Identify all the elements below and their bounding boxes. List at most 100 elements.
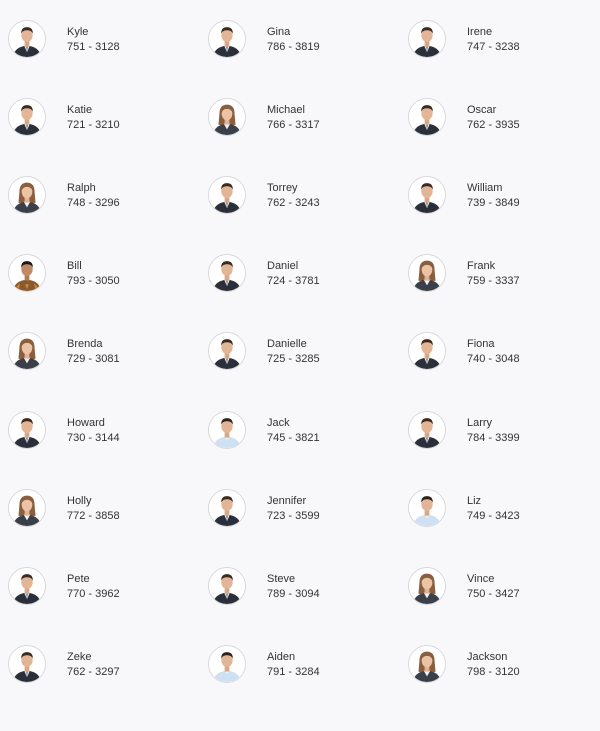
contact-card[interactable]: Larry 784 - 3399 bbox=[400, 392, 600, 470]
contact-name: Torrey bbox=[267, 182, 298, 194]
contact-avatar bbox=[208, 567, 246, 605]
contact-name: Jack bbox=[267, 417, 290, 429]
contact-phone: 750 - 3427 bbox=[467, 588, 520, 600]
contact-card[interactable]: Brenda 729 - 3081 bbox=[0, 313, 200, 391]
contact-phone: 721 - 3210 bbox=[67, 119, 120, 131]
contact-avatar bbox=[8, 20, 46, 58]
contact-phone: 784 - 3399 bbox=[467, 432, 520, 444]
contact-avatar bbox=[8, 332, 46, 370]
contact-card[interactable]: Jennifer 723 - 3599 bbox=[200, 470, 400, 548]
contact-avatar bbox=[208, 254, 246, 292]
contact-avatar bbox=[208, 98, 246, 136]
contact-card[interactable]: Bill 793 - 3050 bbox=[0, 235, 200, 313]
contact-phone: 723 - 3599 bbox=[267, 510, 320, 522]
contact-card[interactable]: Danielle 725 - 3285 bbox=[200, 313, 400, 391]
contact-phone: 740 - 3048 bbox=[467, 353, 520, 365]
contact-phone: 749 - 3423 bbox=[467, 510, 520, 522]
contact-phone: 745 - 3821 bbox=[267, 432, 320, 444]
contact-phone: 798 - 3120 bbox=[467, 666, 520, 678]
contact-avatar bbox=[8, 489, 46, 527]
contact-name: Katie bbox=[67, 104, 93, 116]
contact-phone: 748 - 3296 bbox=[67, 197, 120, 209]
contact-card[interactable]: Liz 749 - 3423 bbox=[400, 470, 600, 548]
contact-card[interactable]: Steve 789 - 3094 bbox=[200, 548, 400, 626]
contact-card[interactable]: Irene 747 - 3238 bbox=[400, 1, 600, 79]
contact-phone: 789 - 3094 bbox=[267, 588, 320, 600]
contact-name: Daniel bbox=[267, 260, 299, 272]
contact-phone: 730 - 3144 bbox=[67, 432, 120, 444]
contact-card[interactable]: Vince 750 - 3427 bbox=[400, 548, 600, 626]
contact-avatar bbox=[408, 489, 446, 527]
contact-card[interactable]: Daniel 724 - 3781 bbox=[200, 235, 400, 313]
contact-phone: 762 - 3243 bbox=[267, 197, 320, 209]
contact-name: Ralph bbox=[67, 182, 96, 194]
contact-phone: 786 - 3819 bbox=[267, 41, 320, 53]
contact-card[interactable]: Katie 721 - 3210 bbox=[0, 79, 200, 157]
contact-name: Howard bbox=[67, 417, 105, 429]
contact-avatar bbox=[408, 98, 446, 136]
contact-avatar bbox=[208, 411, 246, 449]
contact-name: Holly bbox=[67, 495, 92, 507]
contact-card[interactable]: Frank 759 - 3337 bbox=[400, 235, 600, 313]
contact-phone: 762 - 3935 bbox=[467, 119, 520, 131]
contact-name: Fiona bbox=[467, 338, 495, 350]
contact-phone: 729 - 3081 bbox=[67, 353, 120, 365]
contact-phone: 772 - 3858 bbox=[67, 510, 120, 522]
contact-card[interactable]: William 739 - 3849 bbox=[400, 157, 600, 235]
contact-avatar bbox=[8, 411, 46, 449]
contact-avatar bbox=[408, 176, 446, 214]
contact-name: Pete bbox=[67, 573, 90, 585]
contact-name: Aiden bbox=[267, 651, 296, 663]
contact-avatar bbox=[408, 645, 446, 683]
contact-name: William bbox=[467, 182, 503, 194]
contact-name: Steve bbox=[267, 573, 296, 585]
contact-avatar bbox=[208, 332, 246, 370]
contact-name: Jennifer bbox=[267, 495, 307, 507]
contact-card[interactable]: Torrey 762 - 3243 bbox=[200, 157, 400, 235]
contact-avatar bbox=[208, 20, 246, 58]
contact-avatar bbox=[408, 567, 446, 605]
contact-avatar bbox=[408, 411, 446, 449]
contact-card[interactable]: Holly 772 - 3858 bbox=[0, 470, 200, 548]
contact-name: Bill bbox=[67, 260, 82, 272]
contact-name: Oscar bbox=[467, 104, 497, 116]
contact-name: Kyle bbox=[67, 26, 89, 38]
contact-card[interactable]: Jackson 798 - 3120 bbox=[400, 626, 600, 704]
contact-card[interactable]: Howard 730 - 3144 bbox=[0, 392, 200, 470]
contact-phone: 725 - 3285 bbox=[267, 353, 320, 365]
contact-phone: 751 - 3128 bbox=[67, 41, 120, 53]
contact-name: Zeke bbox=[67, 651, 92, 663]
contact-phone: 793 - 3050 bbox=[67, 275, 120, 287]
contact-avatar bbox=[8, 176, 46, 214]
contact-card[interactable]: Fiona 740 - 3048 bbox=[400, 313, 600, 391]
contact-card[interactable]: Kyle 751 - 3128 bbox=[0, 1, 200, 79]
contact-card[interactable]: Jack 745 - 3821 bbox=[200, 392, 400, 470]
contact-avatar bbox=[208, 176, 246, 214]
contact-card[interactable]: Ralph 748 - 3296 bbox=[0, 157, 200, 235]
contact-name: Danielle bbox=[267, 338, 307, 350]
contact-card[interactable]: Michael 766 - 3317 bbox=[200, 79, 400, 157]
contact-avatar bbox=[8, 567, 46, 605]
contact-phone: 791 - 3284 bbox=[267, 666, 320, 678]
contact-name: Michael bbox=[267, 104, 305, 116]
contact-card[interactable]: Gina 786 - 3819 bbox=[200, 1, 400, 79]
contact-avatar bbox=[408, 332, 446, 370]
contact-phone: 759 - 3337 bbox=[467, 275, 520, 287]
contact-phone: 747 - 3238 bbox=[467, 41, 520, 53]
contact-card[interactable]: Oscar 762 - 3935 bbox=[400, 79, 600, 157]
contact-name: Frank bbox=[467, 260, 496, 272]
contact-avatar bbox=[8, 645, 46, 683]
contact-card[interactable]: Pete 770 - 3962 bbox=[0, 548, 200, 626]
contact-avatar bbox=[408, 254, 446, 292]
contact-name: Liz bbox=[467, 495, 482, 507]
contact-phone: 724 - 3781 bbox=[267, 275, 320, 287]
contact-phone: 762 - 3297 bbox=[67, 666, 120, 678]
contact-name: Brenda bbox=[67, 338, 103, 350]
contact-avatar bbox=[408, 20, 446, 58]
contact-card[interactable]: Aiden 791 - 3284 bbox=[200, 626, 400, 704]
contact-avatar bbox=[208, 645, 246, 683]
contact-avatar bbox=[8, 254, 46, 292]
contact-phone: 766 - 3317 bbox=[267, 119, 320, 131]
contact-card[interactable]: Zeke 762 - 3297 bbox=[0, 626, 200, 704]
contact-avatar bbox=[8, 98, 46, 136]
